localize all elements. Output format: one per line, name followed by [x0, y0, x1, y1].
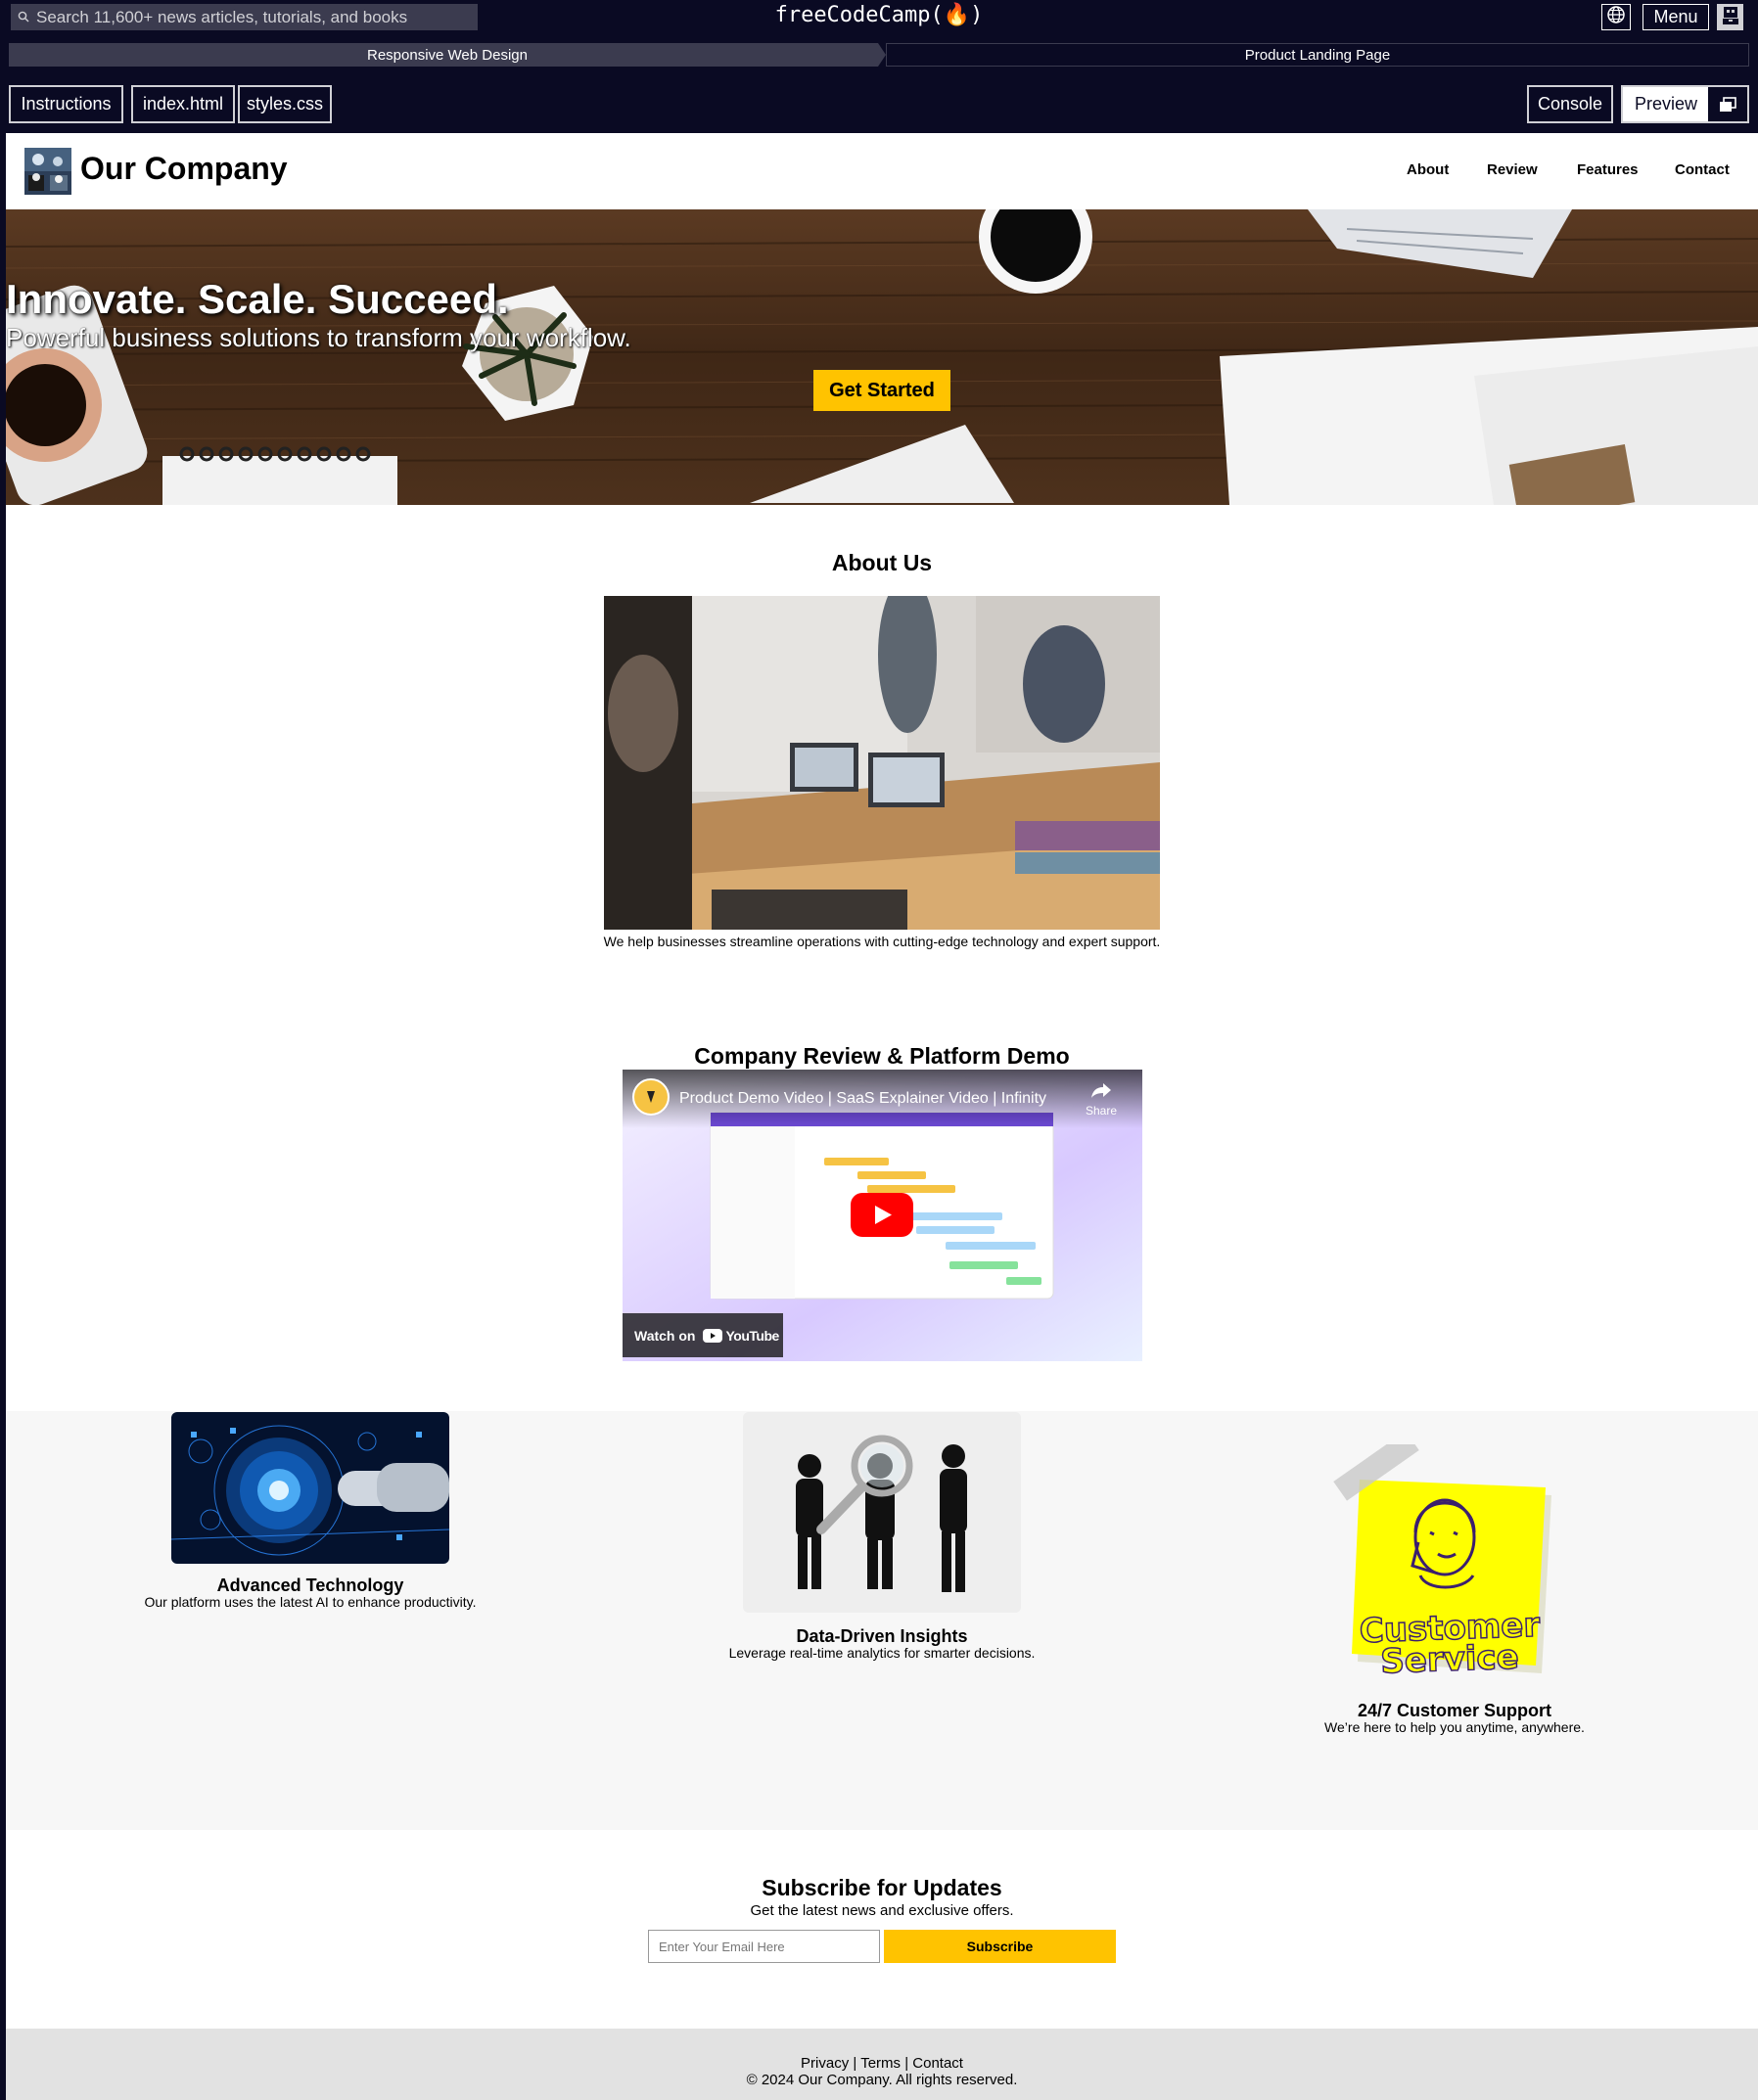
language-button[interactable] — [1601, 4, 1631, 30]
youtube-logo-icon — [703, 1328, 723, 1343]
avatar[interactable] — [1717, 4, 1743, 30]
about-text: We help businesses streamline operations… — [603, 934, 1161, 949]
user-avatar-icon — [1720, 4, 1741, 30]
subscribe-desc: Get the latest news and exclusive offers… — [750, 1902, 1014, 1919]
feature-title-support: 24/7 Customer Support — [1357, 1701, 1552, 1720]
get-started-button[interactable]: Get Started — [813, 370, 950, 411]
breadcrumb-superblock[interactable]: Responsive Web Design — [9, 43, 886, 67]
subscribe-title: Subscribe for Updates — [762, 1875, 1002, 1900]
copyright: © 2024 Our Company. All rights reserved. — [746, 2072, 1018, 2088]
tab-styles-css[interactable]: styles.css — [238, 85, 332, 123]
feature-image-ai — [171, 1412, 449, 1564]
footer-separator: | — [849, 2055, 861, 2072]
breadcrumb-challenge[interactable]: Product Landing Page — [886, 43, 1749, 67]
features-section: Advanced Technology Our platform uses th… — [6, 1411, 1758, 1830]
popout-icon[interactable] — [1708, 87, 1747, 121]
email-input[interactable] — [648, 1930, 880, 1963]
menu-button[interactable]: Menu — [1642, 4, 1709, 30]
breadcrumb: Responsive Web Design Product Landing Pa… — [9, 43, 1749, 67]
footer-link-privacy[interactable]: Privacy — [801, 2055, 849, 2072]
feature-image-insights — [743, 1412, 1021, 1613]
feature-desc-support: We’re here to help you anytime, anywhere… — [1324, 1719, 1585, 1735]
preview-button[interactable]: Preview — [1621, 85, 1749, 123]
footer-link-contact[interactable]: Contact — [912, 2055, 963, 2072]
video-title[interactable]: Product Demo Video | SaaS Explainer Vide… — [679, 1090, 1046, 1108]
play-icon — [851, 1193, 913, 1237]
subscribe-button[interactable]: Subscribe — [884, 1930, 1116, 1963]
channel-avatar[interactable] — [632, 1078, 670, 1116]
nav-link-about[interactable]: About — [1407, 161, 1449, 178]
hero-title: Innovate. Scale. Succeed. — [6, 276, 509, 322]
preview-label: Preview — [1635, 94, 1698, 114]
watch-on-youtube[interactable]: Watch on YouTube — [623, 1313, 783, 1357]
hero-subtitle: Powerful business solutions to transform… — [6, 323, 631, 352]
about-team-image — [604, 596, 1160, 930]
share-label: Share — [1085, 1104, 1118, 1118]
search-icon — [11, 8, 36, 27]
console-button[interactable]: Console — [1527, 85, 1613, 123]
fcc-top-nav: Search 11,600+ news articles, tutorials,… — [0, 0, 1758, 35]
preview-pane: Our Company About Review Features Contac… — [6, 133, 1758, 2100]
site-footer: Privacy | Terms | Contact © 2024 Our Com… — [6, 2029, 1758, 2100]
company-logo — [24, 148, 71, 195]
feature-desc-technology: Our platform uses the latest AI to enhan… — [144, 1594, 477, 1610]
company-name: Our Company — [80, 151, 288, 186]
search-placeholder: Search 11,600+ news articles, tutorials,… — [36, 7, 408, 26]
share-button[interactable]: Share — [1079, 1081, 1124, 1118]
about-title: About Us — [831, 550, 933, 575]
feature-desc-insights: Leverage real-time analytics for smarter… — [728, 1645, 1036, 1661]
hero-section: Innovate. Scale. Succeed. Powerful busin… — [6, 209, 1758, 505]
infinity-logo-icon — [647, 1091, 655, 1103]
footer-separator: | — [901, 2055, 913, 2072]
footer-links: Privacy | Terms | Contact — [6, 2055, 1758, 2072]
nav-link-contact[interactable]: Contact — [1675, 161, 1730, 178]
watch-on-label: Watch on — [634, 1327, 696, 1344]
tab-instructions[interactable]: Instructions — [9, 85, 123, 123]
youtube-wordmark: YouTube — [725, 1327, 779, 1344]
feature-title-technology: Advanced Technology — [216, 1575, 404, 1595]
share-icon — [1091, 1083, 1111, 1098]
customer-service-line2: Service — [1379, 1637, 1520, 1682]
globe-icon — [1606, 5, 1626, 29]
search-bar[interactable]: Search 11,600+ news articles, tutorials,… — [11, 4, 478, 30]
tab-index-html[interactable]: index.html — [131, 85, 235, 123]
feature-title-insights: Data-Driven Insights — [796, 1626, 968, 1646]
footer-link-terms[interactable]: Terms — [860, 2055, 901, 2072]
feature-image-customer-service: Customer Service — [1332, 1431, 1567, 1699]
nav-link-features[interactable]: Features — [1577, 161, 1639, 178]
review-title: Company Review & Platform Demo — [694, 1043, 1070, 1069]
site-header: Our Company About Review Features Contac… — [6, 133, 1758, 207]
nav-link-review[interactable]: Review — [1487, 161, 1538, 178]
video-embed[interactable]: Product Demo Video | SaaS Explainer Vide… — [623, 1070, 1142, 1361]
hero-background-image — [6, 209, 1758, 505]
play-button[interactable] — [851, 1193, 913, 1237]
